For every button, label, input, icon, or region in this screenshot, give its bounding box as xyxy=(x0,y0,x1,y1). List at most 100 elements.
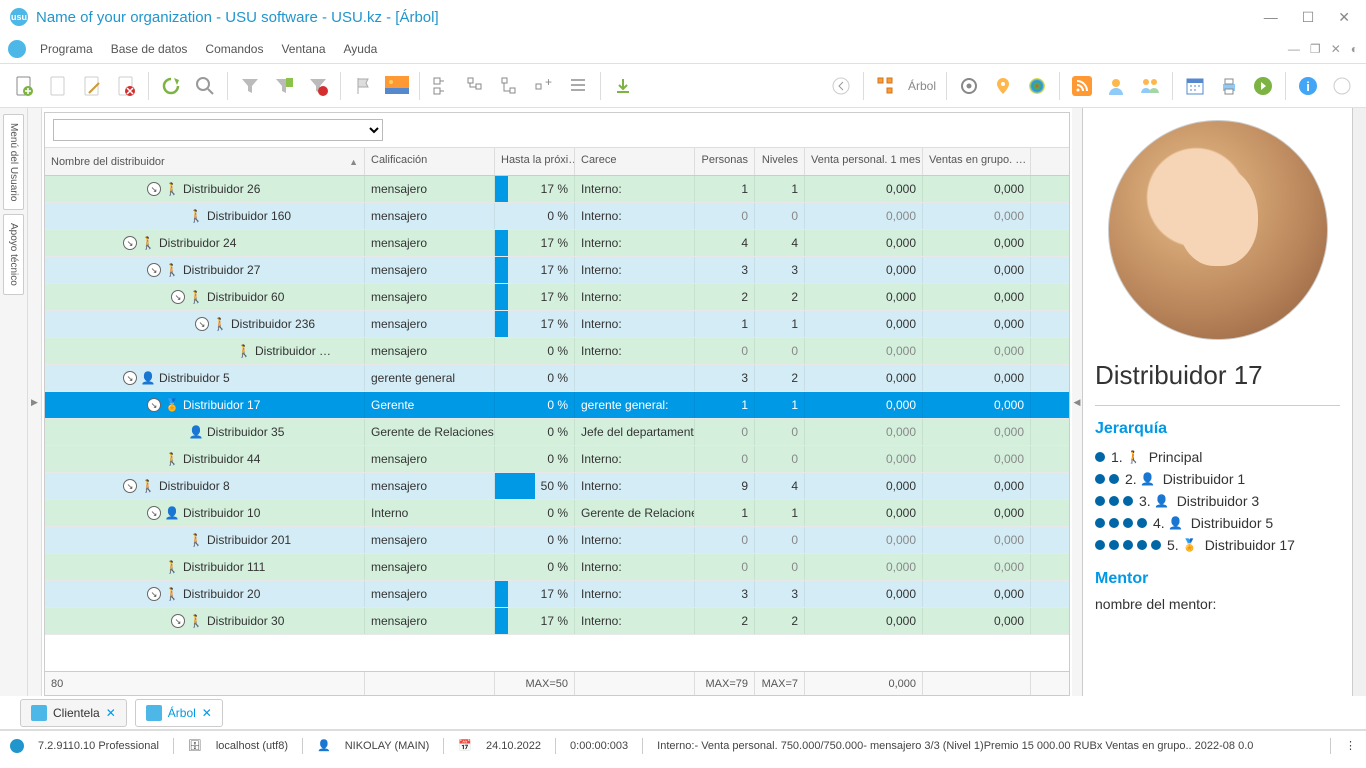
table-row[interactable]: ↘🚶Distribuidor 236mensajero17 %Interno:1… xyxy=(45,311,1069,338)
table-row[interactable]: ↘🚶Distribuidor 30mensajero17 %Interno:22… xyxy=(45,608,1069,635)
status-more[interactable]: ⋮ xyxy=(1345,739,1356,752)
table-row[interactable]: ↘🏅Distribuidor 17Gerente0 %gerente gener… xyxy=(45,392,1069,419)
list-button[interactable] xyxy=(562,70,594,102)
image-button[interactable] xyxy=(381,70,413,102)
col-venta[interactable]: Venta personal. 1 mes xyxy=(805,148,923,175)
color-button[interactable] xyxy=(1021,70,1053,102)
expand-icon[interactable]: ↘ xyxy=(195,317,209,331)
tab-clientela[interactable]: Clientela✕ xyxy=(20,699,127,727)
table-row[interactable]: 🚶Distribuidor 111mensajero0 %Interno:000… xyxy=(45,554,1069,581)
menu-ventana[interactable]: Ventana xyxy=(273,38,333,60)
forward-button[interactable] xyxy=(1247,70,1279,102)
splitter-left[interactable]: ▶ xyxy=(28,108,42,696)
mdi-minimize-button[interactable]: — xyxy=(1288,42,1300,56)
table-row[interactable]: ↘🚶Distribuidor 27mensajero17 %Interno:33… xyxy=(45,257,1069,284)
hierarchy-row[interactable]: 4. 👤Distribuidor 5 xyxy=(1095,512,1340,534)
print-button[interactable] xyxy=(1213,70,1245,102)
col-grupo[interactable]: Ventas en grupo. … xyxy=(923,148,1031,175)
back-button[interactable] xyxy=(825,70,857,102)
refresh-button[interactable] xyxy=(155,70,187,102)
expand-icon[interactable]: ↘ xyxy=(147,587,161,601)
tab-árbol[interactable]: Árbol✕ xyxy=(135,699,223,727)
download-button[interactable] xyxy=(607,70,639,102)
tree-expand-button[interactable] xyxy=(460,70,492,102)
table-row[interactable]: ↘🚶Distribuidor 26mensajero17 %Interno:11… xyxy=(45,176,1069,203)
expand-icon[interactable]: ↘ xyxy=(123,479,137,493)
table-row[interactable]: ↘🚶Distribuidor 20mensajero17 %Interno:33… xyxy=(45,581,1069,608)
delete-doc-button[interactable] xyxy=(110,70,142,102)
flag-button[interactable] xyxy=(347,70,379,102)
users-button[interactable] xyxy=(1134,70,1166,102)
menu-base de datos[interactable]: Base de datos xyxy=(103,38,196,60)
table-row[interactable]: 🚶Distribuidor …mensajero0 %Interno:000,0… xyxy=(45,338,1069,365)
tab-close-icon[interactable]: ✕ xyxy=(202,706,212,720)
table-row[interactable]: ↘🚶Distribuidor 8mensajero50 %Interno:940… xyxy=(45,473,1069,500)
filter-clear-button[interactable] xyxy=(302,70,334,102)
expand-icon[interactable]: ↘ xyxy=(147,506,161,520)
location-button[interactable] xyxy=(987,70,1019,102)
filter-panel-button[interactable] xyxy=(268,70,300,102)
right-scrollbar[interactable] xyxy=(1352,108,1366,696)
expand-icon[interactable]: ↘ xyxy=(123,371,137,385)
mdi-restore-button[interactable]: ❐ xyxy=(1310,42,1321,56)
filter-dropdown[interactable] xyxy=(53,119,383,141)
maximize-button[interactable]: ☐ xyxy=(1296,7,1321,28)
tab-close-icon[interactable]: ✕ xyxy=(106,706,116,720)
table-row[interactable]: ↘👤Distribuidor 5gerente general0 %320,00… xyxy=(45,365,1069,392)
detail-panel: Distribuidor 17 Jerarquía 1. 🚶Principal2… xyxy=(1082,108,1352,696)
person-icon: 🏅 xyxy=(165,398,179,412)
hierarchy-row[interactable]: 2. 👤Distribuidor 1 xyxy=(1095,468,1340,490)
expand-icon[interactable]: ↘ xyxy=(171,614,185,628)
table-row[interactable]: 🚶Distribuidor 44mensajero0 %Interno:000,… xyxy=(45,446,1069,473)
expand-icon[interactable]: ↘ xyxy=(171,290,185,304)
table-row[interactable]: 👤Distribuidor 35Gerente de Relaciones …0… xyxy=(45,419,1069,446)
minimize-button[interactable]: — xyxy=(1258,7,1284,28)
gear-button[interactable] xyxy=(953,70,985,102)
user-icon: 👤 xyxy=(317,739,331,752)
user-menu-tab[interactable]: Menú del Usuario xyxy=(3,114,24,210)
col-niveles[interactable]: Niveles xyxy=(755,148,805,175)
calendar-button[interactable] xyxy=(1179,70,1211,102)
splitter-right[interactable]: ◀ xyxy=(1072,108,1082,696)
col-personas[interactable]: Personas xyxy=(695,148,755,175)
filter-button[interactable] xyxy=(234,70,266,102)
row-calif: gerente general xyxy=(365,365,495,391)
col-carece[interactable]: Carece xyxy=(575,148,695,175)
row-personas: 4 xyxy=(695,230,755,256)
close-button[interactable]: ✕ xyxy=(1332,7,1356,28)
tree-collapse-button[interactable] xyxy=(426,70,458,102)
expand-icon[interactable]: ↘ xyxy=(147,182,161,196)
user-button[interactable] xyxy=(1100,70,1132,102)
menu-ayuda[interactable]: Ayuda xyxy=(336,38,386,60)
hierarchy-row[interactable]: 1. 🚶Principal xyxy=(1095,446,1340,468)
table-row[interactable]: 🚶Distribuidor 160mensajero0 %Interno:000… xyxy=(45,203,1069,230)
support-tab[interactable]: Apoyo técnico xyxy=(3,214,24,295)
col-calif[interactable]: Calificación xyxy=(365,148,495,175)
menu-programa[interactable]: Programa xyxy=(32,38,101,60)
table-row[interactable]: ↘👤Distribuidor 10Interno0 %Gerente de Re… xyxy=(45,500,1069,527)
expand-icon[interactable]: ↘ xyxy=(147,398,161,412)
menu-comandos[interactable]: Comandos xyxy=(197,38,271,60)
table-row[interactable]: ↘🚶Distribuidor 24mensajero17 %Interno:44… xyxy=(45,230,1069,257)
tree-view-button[interactable] xyxy=(870,70,902,102)
tree-add-button[interactable]: + xyxy=(528,70,560,102)
col-name[interactable]: Nombre del distribuidor▲ xyxy=(45,148,365,175)
table-row[interactable]: ↘🚶Distribuidor 60mensajero17 %Interno:22… xyxy=(45,284,1069,311)
open-doc-button[interactable] xyxy=(42,70,74,102)
search-button[interactable] xyxy=(189,70,221,102)
rss-button[interactable] xyxy=(1066,70,1098,102)
help-button[interactable]: ◐ xyxy=(1351,42,1358,56)
row-carece: Interno: xyxy=(575,446,695,472)
col-hasta[interactable]: Hasta la próxi… xyxy=(495,148,575,175)
help-icon-button[interactable] xyxy=(1326,70,1358,102)
info-button[interactable]: i xyxy=(1292,70,1324,102)
mdi-close-button[interactable]: ✕ xyxy=(1331,42,1341,56)
hierarchy-row[interactable]: 3. 👤Distribuidor 3 xyxy=(1095,490,1340,512)
new-doc-button[interactable] xyxy=(8,70,40,102)
edit-doc-button[interactable] xyxy=(76,70,108,102)
table-row[interactable]: 🚶Distribuidor 201mensajero0 %Interno:000… xyxy=(45,527,1069,554)
hierarchy-row[interactable]: 5. 🏅Distribuidor 17 xyxy=(1095,534,1340,556)
tree-expand-down-button[interactable] xyxy=(494,70,526,102)
expand-icon[interactable]: ↘ xyxy=(147,263,161,277)
expand-icon[interactable]: ↘ xyxy=(123,236,137,250)
